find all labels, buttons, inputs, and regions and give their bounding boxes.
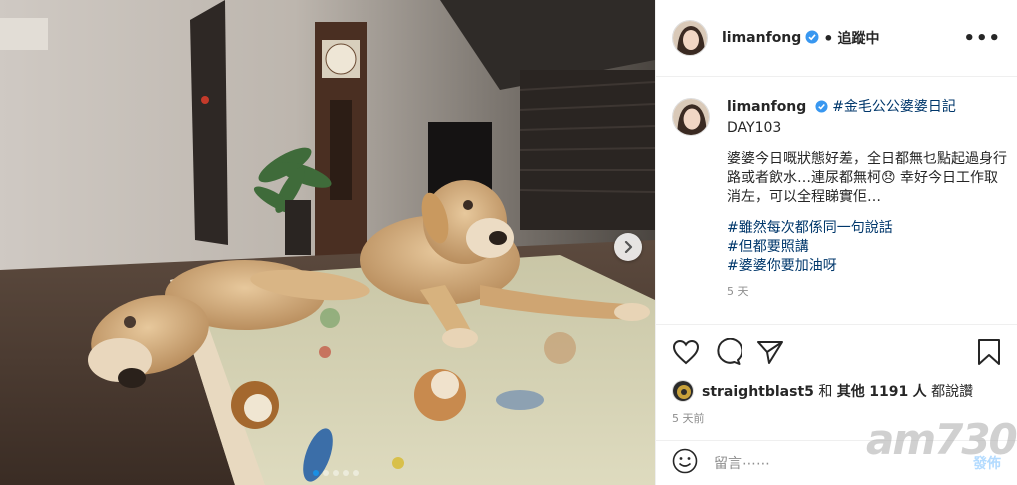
dogs-photo <box>0 0 655 485</box>
carousel-dot <box>313 470 319 476</box>
likes-summary: straightblast5 和 其他 1191 人 都說讚 <box>672 380 1001 402</box>
profile-photo <box>673 21 707 55</box>
post-comment-button[interactable]: 發佈 <box>973 453 1001 473</box>
likes-action: 都說讚 <box>931 384 974 400</box>
caption-title: limanfong #金毛公公婆婆日記 DAY103 <box>727 98 956 138</box>
comment-input[interactable]: 留言⋯⋯ <box>714 453 770 473</box>
caption-area: limanfong #金毛公公婆婆日記 DAY103 婆婆今日嘅狀態好差，全日都… <box>656 78 1017 324</box>
post-photo[interactable] <box>0 0 655 485</box>
heart-icon[interactable] <box>672 339 700 365</box>
action-bar: straightblast5 和 其他 1191 人 都說讚 5 天前 <box>656 324 1017 426</box>
caption-header: limanfong #金毛公公婆婆日記 DAY103 <box>672 98 1001 138</box>
caption-username[interactable]: limanfong <box>727 99 806 115</box>
carousel-dot <box>343 470 349 476</box>
carousel-dot <box>323 470 329 476</box>
share-icon[interactable] <box>756 339 784 365</box>
hashtag-link[interactable]: #金毛公公婆婆日記 <box>832 99 956 115</box>
action-icons <box>672 337 1001 367</box>
carousel-dot <box>333 470 339 476</box>
carousel-indicator <box>313 470 359 476</box>
more-icon[interactable]: ••• <box>963 28 1001 49</box>
caption-day: DAY103 <box>727 120 782 136</box>
caption-avatar[interactable] <box>672 98 710 136</box>
verified-icon <box>805 29 819 48</box>
likes-suffix: 人 <box>912 384 927 400</box>
instagram-post: limanfong • 追蹤中 ••• limanfong #金毛公公婆婆日記 … <box>0 0 1017 485</box>
verified-icon <box>815 100 828 119</box>
post-header: limanfong • 追蹤中 ••• <box>656 0 1017 77</box>
emoji-icon[interactable] <box>672 448 698 478</box>
post-date: 5 天前 <box>672 412 705 425</box>
caption-text: 婆婆今日嘅狀態好差，全日都無乜點起過身行路或者飲水…連尿都無柯😞 幸好今日工作取… <box>727 151 1007 205</box>
add-comment-bar: 留言⋯⋯ 發佈 <box>656 440 1017 485</box>
avatar[interactable] <box>672 20 708 56</box>
chevron-right-icon <box>624 241 633 253</box>
hashtag-link[interactable]: #雖然每次都係同一句說話 <box>727 219 1007 238</box>
likes-text: straightblast5 和 其他 1191 人 都說讚 <box>702 381 973 401</box>
post-sidebar: limanfong • 追蹤中 ••• limanfong #金毛公公婆婆日記 … <box>655 0 1017 485</box>
header-username[interactable]: limanfong <box>722 30 801 46</box>
likes-others-label[interactable]: 其他 <box>837 384 865 400</box>
likes-count[interactable]: 1191 <box>869 384 908 400</box>
hashtag-link[interactable]: #但都要照講 <box>727 238 1007 257</box>
bookmark-icon[interactable] <box>977 338 1001 366</box>
liker-photo <box>673 381 693 401</box>
profile-photo <box>673 99 709 135</box>
next-photo-button[interactable] <box>614 233 642 261</box>
following-button[interactable]: 追蹤中 <box>838 28 880 48</box>
caption-time: 5 天 <box>727 285 749 298</box>
liker-username[interactable]: straightblast5 <box>702 384 814 400</box>
hashtag-link[interactable]: #婆婆你要加油呀 <box>727 257 1007 276</box>
carousel-dot <box>353 470 359 476</box>
likes-and: 和 <box>818 384 833 400</box>
caption-hashtags: #雖然每次都係同一句說話 #但都要照講 #婆婆你要加油呀 <box>727 219 1007 276</box>
liker-avatar[interactable] <box>672 380 694 402</box>
comment-icon[interactable] <box>714 338 742 366</box>
header-separator: • <box>823 28 834 48</box>
